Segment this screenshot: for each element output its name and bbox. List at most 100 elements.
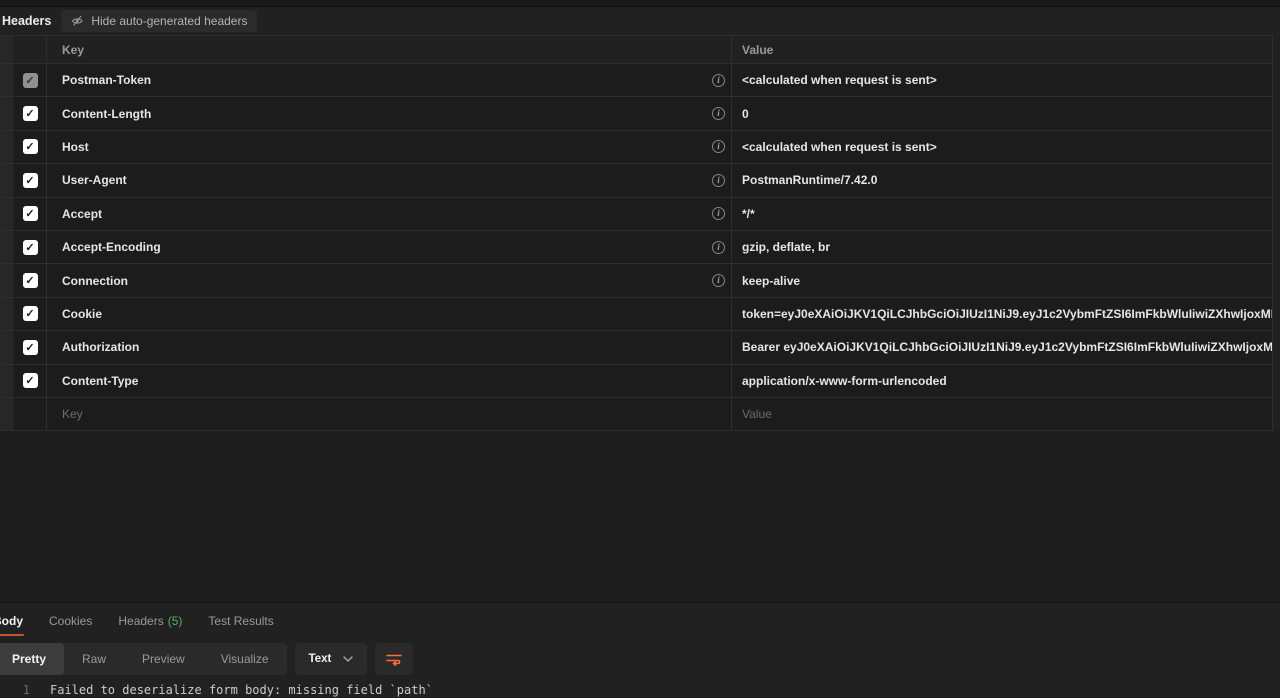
tab-test-results[interactable]: Test Results xyxy=(208,603,273,639)
header-key: Accept xyxy=(62,207,102,221)
header-key: User-Agent xyxy=(62,173,127,187)
row-checkbox[interactable]: ✓ xyxy=(23,240,38,255)
header-value: 0 xyxy=(742,107,749,121)
row-gutter xyxy=(0,331,14,363)
header-row: ✓ Authorization Bearer eyJ0eXAiOiJKV1QiL… xyxy=(0,331,1272,364)
value-cell[interactable]: PostmanRuntime/7.42.0 xyxy=(732,164,1272,196)
info-icon[interactable]: i xyxy=(712,74,725,87)
key-placeholder: Key xyxy=(62,407,83,421)
tab-body[interactable]: Body xyxy=(0,603,23,639)
row-gutter xyxy=(0,131,14,163)
header-row: ✓ User-Agent i PostmanRuntime/7.42.0 xyxy=(0,164,1272,197)
format-select[interactable]: Text xyxy=(295,643,368,675)
key-cell[interactable]: Content-Length i xyxy=(47,97,732,129)
value-placeholder: Value xyxy=(742,407,772,421)
header-row: ✓ Host i <calculated when request is sen… xyxy=(0,131,1272,164)
row-gutter xyxy=(0,398,14,430)
value-cell[interactable]: <calculated when request is sent> xyxy=(732,64,1272,96)
headers-rows: ✓ Postman-Token i <calculated when reque… xyxy=(0,64,1272,398)
response-section: Body Cookies Headers (5) Test Results Pr… xyxy=(0,602,1280,698)
header-key: Accept-Encoding xyxy=(62,240,161,254)
value-cell[interactable]: gzip, deflate, br xyxy=(732,231,1272,263)
header-key: Host xyxy=(62,140,89,154)
info-icon[interactable]: i xyxy=(712,241,725,254)
row-gutter xyxy=(0,298,14,330)
response-body: 1 Failed to deserialize form body: missi… xyxy=(0,682,1280,698)
headers-table-header-row: Key Value xyxy=(0,36,1272,64)
hide-auto-generated-headers-toggle[interactable]: Hide auto-generated headers xyxy=(61,10,257,32)
key-cell[interactable]: Connection i xyxy=(47,264,732,296)
header-value: <calculated when request is sent> xyxy=(742,140,937,154)
header-value: token=eyJ0eXAiOiJKV1QiLCJhbGciOiJIUzI1Ni… xyxy=(742,307,1272,321)
info-icon[interactable]: i xyxy=(712,107,725,120)
header-key: Content-Length xyxy=(62,107,151,121)
key-cell[interactable]: Accept i xyxy=(47,198,732,230)
header-row: ✓ Content-Type application/x-www-form-ur… xyxy=(0,365,1272,398)
response-toolbar: Pretty Raw Preview Visualize Text xyxy=(0,643,1280,675)
value-cell[interactable]: application/x-www-form-urlencoded xyxy=(732,365,1272,397)
header-value: */* xyxy=(742,207,755,221)
view-mode-pretty[interactable]: Pretty xyxy=(0,643,64,675)
response-body-text: Failed to deserialize form body: missing… xyxy=(50,682,433,698)
row-gutter xyxy=(0,264,14,296)
chevron-down-icon xyxy=(343,656,353,662)
checkbox-cell-empty xyxy=(14,398,47,430)
info-icon[interactable]: i xyxy=(712,274,725,287)
key-cell[interactable]: Authorization xyxy=(47,331,732,363)
view-mode-raw[interactable]: Raw xyxy=(64,643,124,675)
row-checkbox[interactable]: ✓ xyxy=(23,273,38,288)
header-key: Authorization xyxy=(62,340,139,354)
new-key-cell[interactable]: Key xyxy=(47,398,732,430)
info-icon[interactable]: i xyxy=(712,174,725,187)
key-cell[interactable]: Cookie xyxy=(47,298,732,330)
value-cell[interactable]: */* xyxy=(732,198,1272,230)
tab-cookies[interactable]: Cookies xyxy=(49,603,92,639)
key-cell[interactable]: Accept-Encoding i xyxy=(47,231,732,263)
row-gutter xyxy=(0,365,14,397)
header-key: Postman-Token xyxy=(62,73,151,87)
key-cell[interactable]: Postman-Token i xyxy=(47,64,732,96)
row-checkbox[interactable]: ✓ xyxy=(23,373,38,388)
value-cell[interactable]: 0 xyxy=(732,97,1272,129)
value-cell[interactable]: Bearer eyJ0eXAiOiJKV1QiLCJhbGciOiJIUzI1N… xyxy=(732,331,1272,363)
header-row: ✓ Postman-Token i <calculated when reque… xyxy=(0,64,1272,97)
row-checkbox: ✓ xyxy=(23,73,38,88)
tab-headers[interactable]: Headers (5) xyxy=(118,603,182,639)
view-mode-preview[interactable]: Preview xyxy=(124,643,203,675)
header-key: Cookie xyxy=(62,307,102,321)
header-value: keep-alive xyxy=(742,274,800,288)
row-gutter xyxy=(0,231,14,263)
row-checkbox[interactable]: ✓ xyxy=(23,306,38,321)
value-cell[interactable]: <calculated when request is sent> xyxy=(732,131,1272,163)
response-tabs: Body Cookies Headers (5) Test Results xyxy=(0,603,1280,639)
info-icon[interactable]: i xyxy=(712,207,725,220)
postman-window: Headers Hide auto-generated headers Key … xyxy=(0,0,1280,698)
view-mode-visualize[interactable]: Visualize xyxy=(203,643,287,675)
key-cell[interactable]: Content-Type xyxy=(47,365,732,397)
row-gutter xyxy=(0,198,14,230)
request-response-spacer xyxy=(0,431,1280,602)
row-checkbox[interactable]: ✓ xyxy=(23,340,38,355)
wrap-lines-icon xyxy=(386,652,402,666)
value-cell[interactable]: keep-alive xyxy=(732,264,1272,296)
request-headers-bar: Headers Hide auto-generated headers xyxy=(0,7,1280,35)
new-value-cell[interactable]: Value xyxy=(732,398,1272,430)
key-cell[interactable]: User-Agent i xyxy=(47,164,732,196)
row-checkbox[interactable]: ✓ xyxy=(23,139,38,154)
row-checkbox[interactable]: ✓ xyxy=(23,106,38,121)
header-row: ✓ Connection i keep-alive xyxy=(0,264,1272,297)
info-icon[interactable]: i xyxy=(712,140,725,153)
new-header-row: Key Value xyxy=(0,398,1272,431)
row-gutter xyxy=(0,164,14,196)
key-cell[interactable]: Host i xyxy=(47,131,732,163)
key-column-header: Key xyxy=(62,43,84,57)
header-value: Bearer eyJ0eXAiOiJKV1QiLCJhbGciOiJIUzI1N… xyxy=(742,340,1272,354)
row-gutter xyxy=(0,64,14,96)
headers-count-badge: (5) xyxy=(168,614,183,628)
value-column-header: Value xyxy=(742,43,773,57)
row-checkbox[interactable]: ✓ xyxy=(23,206,38,221)
wrap-lines-button[interactable] xyxy=(375,643,413,675)
header-value: <calculated when request is sent> xyxy=(742,73,937,87)
value-cell[interactable]: token=eyJ0eXAiOiJKV1QiLCJhbGciOiJIUzI1Ni… xyxy=(732,298,1272,330)
row-checkbox[interactable]: ✓ xyxy=(23,173,38,188)
